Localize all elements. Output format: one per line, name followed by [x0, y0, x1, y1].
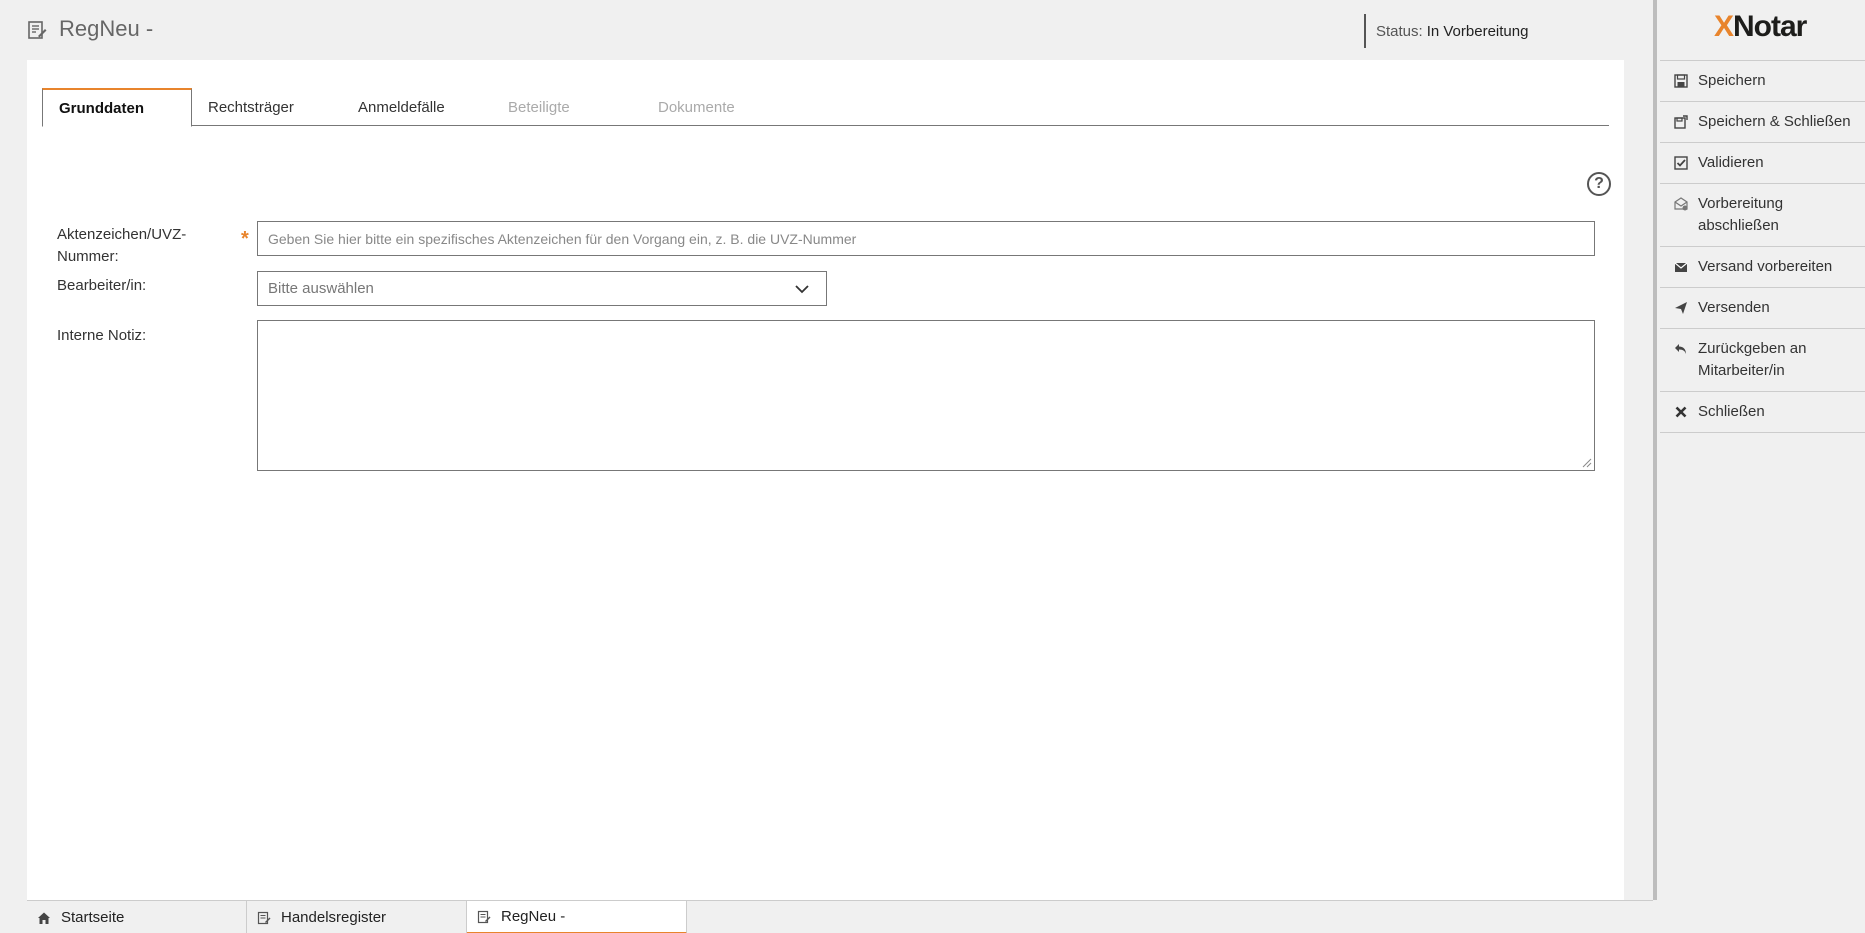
notiz-label: Interne Notiz:	[57, 327, 147, 344]
taskbar-item-handelsregister[interactable]: Handelsregister	[247, 901, 467, 933]
reply-icon	[1675, 344, 1686, 354]
status-value: In Vorbereitung	[1426, 22, 1529, 40]
taskbar-item-startseite[interactable]: Startseite	[27, 901, 247, 933]
save-icon	[1674, 74, 1688, 88]
prepare-dispatch-label: Versand vorbereiten	[1698, 258, 1833, 275]
bearbeiter-selected-value: Bitte auswählen	[268, 280, 374, 297]
save-close-button[interactable]: Speichern & Schließen	[1660, 102, 1865, 143]
bearbeiter-select[interactable]: Bitte auswählen	[257, 271, 827, 306]
status-indicator: Status: In Vorbereitung	[1364, 14, 1528, 48]
window-taskbar: Startseite Handelsregister RegNeu -	[27, 900, 1653, 933]
chevron-down-icon	[795, 285, 809, 294]
aktenzeichen-input[interactable]	[257, 221, 1595, 256]
required-marker: *	[241, 228, 249, 250]
envelope-icon	[1674, 262, 1688, 272]
tab-grunddaten[interactable]: Grunddaten	[42, 88, 192, 127]
aktenzeichen-label-line2: Nummer:	[57, 248, 119, 265]
tab-dokumente: Dokumente	[658, 98, 735, 116]
page-header: RegNeu - Status: In Vorbereitung	[0, 0, 1655, 60]
tab-beteiligte: Beteiligte	[508, 98, 570, 116]
save-button[interactable]: Speichern	[1660, 61, 1865, 102]
taskbar-label-startseite: Startseite	[61, 909, 125, 926]
taskbar-item-regneu[interactable]: RegNeu -	[467, 901, 687, 933]
panel-divider	[1653, 0, 1657, 900]
action-list: Speichern Speichern & Schließen Validier…	[1660, 60, 1865, 433]
home-icon	[38, 912, 50, 924]
page-title: RegNeu -	[59, 16, 154, 41]
action-sidebar: XNotar Speichern Speichern & Schließen V…	[1660, 0, 1865, 933]
close-button[interactable]: Schließen	[1660, 392, 1865, 433]
status-label: Status:	[1376, 22, 1423, 40]
send-icon	[1675, 302, 1687, 314]
finish-preparation-label: Vorbereitung abschließen	[1698, 195, 1784, 234]
envelope-lock-icon	[1674, 197, 1688, 211]
close-label: Schließen	[1698, 403, 1765, 420]
taskbar-label-handelsregister: Handelsregister	[281, 909, 387, 926]
return-to-employee-label: Zurückgeben an Mitarbeiter/in	[1698, 340, 1807, 379]
check-icon	[1674, 156, 1688, 170]
taskbar-label-regneu: RegNeu -	[501, 908, 566, 925]
notiz-textarea[interactable]	[257, 320, 1595, 471]
tab-bar: Grunddaten Rechtsträger Anmeldefälle Bet…	[42, 88, 1609, 127]
aktenzeichen-label-line1: Aktenzeichen/UVZ-	[57, 226, 187, 243]
send-button[interactable]: Versenden	[1660, 288, 1865, 329]
tab-rechtstraeger[interactable]: Rechtsträger	[192, 88, 342, 126]
document-edit-icon	[28, 21, 47, 39]
xnotar-logo: XNotar	[1714, 10, 1807, 43]
tab-anmeldefaelle[interactable]: Anmeldefälle	[342, 88, 492, 126]
document-icon	[257, 911, 271, 924]
save-label: Speichern	[1698, 72, 1766, 89]
return-to-employee-button[interactable]: Zurückgeben an Mitarbeiter/in	[1660, 329, 1865, 392]
validate-button[interactable]: Validieren	[1660, 143, 1865, 184]
bearbeiter-label: Bearbeiter/in:	[57, 277, 147, 294]
save-close-label: Speichern & Schließen	[1698, 113, 1851, 130]
close-icon	[1675, 406, 1687, 418]
send-label: Versenden	[1698, 299, 1770, 316]
validate-label: Validieren	[1698, 154, 1764, 171]
finish-preparation-button[interactable]: Vorbereitung abschließen	[1660, 184, 1865, 247]
aktenzeichen-label: Aktenzeichen/UVZ- Nummer:	[57, 224, 186, 268]
document-icon	[477, 910, 491, 923]
save-close-icon	[1674, 115, 1688, 129]
main-panel: Grunddaten Rechtsträger Anmeldefälle Bet…	[27, 60, 1624, 900]
prepare-dispatch-button[interactable]: Versand vorbereiten	[1660, 247, 1865, 288]
resize-handle-icon[interactable]	[1582, 458, 1592, 468]
help-icon[interactable]: ?	[1587, 172, 1611, 196]
